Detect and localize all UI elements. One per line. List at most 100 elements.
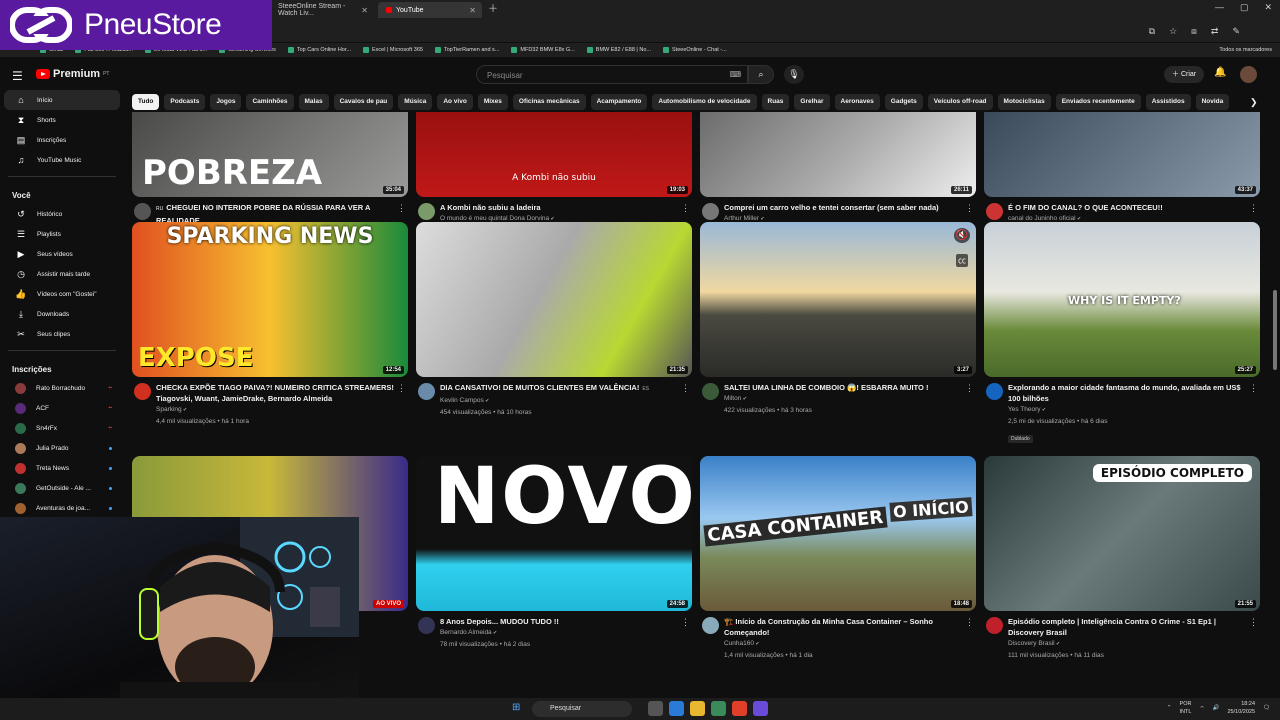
sidebar-item-clock[interactable]: ◷ Assistir mais tarde <box>4 264 120 284</box>
chip-19[interactable]: Assistidos <box>1145 94 1191 110</box>
chip-18[interactable]: Enviados recentemente <box>1055 94 1141 110</box>
sidebar-item-subscriptions[interactable]: ▤ Inscrições <box>4 130 120 150</box>
store-icon[interactable] <box>711 701 726 716</box>
notifications-bell-icon[interactable]: 🔔 <box>1214 67 1226 78</box>
chip-16[interactable]: Veículos off-road <box>927 94 993 110</box>
chevron-up-icon[interactable]: ⌃ <box>1167 705 1172 711</box>
task-view-icon[interactable] <box>648 701 663 716</box>
bookmark-item[interactable]: MFD32 BMW E8x G... <box>511 47 575 53</box>
channel-avatar[interactable] <box>702 203 719 220</box>
chip-6[interactable]: Música <box>398 94 433 110</box>
search-input[interactable]: Pesquisar ⌨ <box>476 65 748 84</box>
discord-icon[interactable] <box>753 701 768 716</box>
close-window-icon[interactable]: ✕ <box>1264 2 1272 13</box>
chip-10[interactable]: Acampamento <box>590 94 648 110</box>
video-card[interactable]: NOVO 24:58 8 Anos Depois... MUDOU TUDO !! B… <box>416 456 692 650</box>
star-icon[interactable]: ☆ <box>1169 26 1177 37</box>
new-tab-icon[interactable]: ＋ <box>488 2 498 18</box>
chip-12[interactable]: Ruas <box>761 94 790 110</box>
video-title[interactable]: É O FIM DO CANAL? O QUE ACONTECEU!! <box>1008 202 1260 213</box>
channel-avatar[interactable] <box>418 617 435 634</box>
video-thumbnail[interactable]: A Kombi não subiu 19:03 <box>416 112 692 197</box>
chip-0[interactable]: Tudo <box>132 94 160 110</box>
close-icon[interactable]: ✕ <box>361 6 368 15</box>
channel-name[interactable]: Discovery Brasil ✔ <box>1008 638 1260 650</box>
create-button[interactable]: ＋ Criar <box>1164 66 1205 83</box>
wifi-icon[interactable]: ⌔ <box>1199 705 1204 712</box>
channel-avatar[interactable] <box>418 203 435 220</box>
sidebar-item-download[interactable]: ⤓ Downloads <box>4 304 120 324</box>
channel-avatar[interactable] <box>134 203 151 220</box>
menu-icon[interactable]: ☰ <box>12 69 23 83</box>
channel-avatar[interactable] <box>134 383 151 400</box>
avatar[interactable] <box>1240 66 1257 83</box>
sidebar-item-scissors[interactable]: ✂ Seus clipes <box>4 324 120 344</box>
scrollbar[interactable] <box>1273 290 1277 370</box>
sidebar-subscription[interactable]: ACF ▪▪ <box>4 398 120 418</box>
video-title[interactable]: Comprei um carro velho e tentei conserta… <box>724 202 976 213</box>
channel-avatar[interactable] <box>418 383 435 400</box>
notification-icon[interactable]: 🗨 <box>1263 705 1270 711</box>
more-options-icon[interactable]: ⋮ <box>681 203 690 214</box>
video-card[interactable]: 43:37 É O FIM DO CANAL? O QUE ACONTECEU!!… <box>984 112 1260 236</box>
file-explorer-icon[interactable] <box>690 701 705 716</box>
sidebar-subscription[interactable]: Julia Prado <box>4 438 120 458</box>
video-card[interactable]: 26:11 Comprei um carro velho e tentei con… <box>700 112 976 236</box>
tab-steeeonline[interactable]: SteeeOnline Stream - Watch Liv... ✕ <box>270 2 374 18</box>
bookmark-item[interactable]: TopTierRamen and s... <box>434 47 499 53</box>
chip-1[interactable]: Podcasts <box>164 94 206 110</box>
sidebar-item-home[interactable]: ⌂ Início <box>4 90 120 110</box>
clock[interactable]: 18:24 25/10/2025 <box>1227 700 1255 716</box>
keyboard-layout[interactable]: POR INTL <box>1180 700 1192 716</box>
captions-icon[interactable]: ㏄ <box>956 254 968 267</box>
video-title[interactable]: A Kombi não subiu a ladeira <box>440 202 692 213</box>
video-card[interactable]: 🔇 ㏄ 3:27 SALTEI UMA LINHA DE COMBOIO 😱! ESB… <box>700 222 976 416</box>
bookmark-item[interactable]: Top Cars Online Hor... <box>287 47 351 53</box>
chip-3[interactable]: Caminhões <box>246 94 294 110</box>
voice-search-button[interactable]: 🎙 <box>784 65 804 84</box>
mute-icon[interactable]: 🔇 <box>953 228 970 243</box>
video-card[interactable]: WHY IS IT EMPTY? 25:27 Explorando a maior … <box>984 222 1260 445</box>
sidebar-item-history[interactable]: ↺ Histórico <box>4 204 120 224</box>
close-icon[interactable]: ✕ <box>469 6 476 15</box>
sidebar-subscription[interactable]: Sn4rFx ▪▪ <box>4 418 120 438</box>
chip-5[interactable]: Cavalos de pau <box>333 94 394 110</box>
more-options-icon[interactable]: ⋮ <box>965 617 974 628</box>
channel-name[interactable]: Sparking ✔ <box>156 404 408 416</box>
volume-icon[interactable]: 🔊 <box>1213 705 1220 711</box>
video-card[interactable]: 21:35 DIA CANSATIVO! DE MUITOS CLIENTES E… <box>416 222 692 418</box>
chip-17[interactable]: Motociclistas <box>997 94 1051 110</box>
chip-7[interactable]: Ao vivo <box>437 94 473 110</box>
section-heading-subscriptions[interactable]: Inscrições <box>0 357 124 378</box>
chip-11[interactable]: Automobilismo de velocidade <box>652 94 757 110</box>
sidebar-item-like[interactable]: 👍 Vídeos com "Gostei" <box>4 284 120 304</box>
more-options-icon[interactable]: ⋮ <box>397 203 406 214</box>
video-thumbnail[interactable]: SPARKING NEWS EXPOSE 12:54 <box>132 222 408 377</box>
sidebar-item-playlist[interactable]: ☰ Playlists <box>4 224 120 244</box>
channel-name[interactable]: Bernardo Almeida ✔ <box>440 627 692 639</box>
video-thumbnail[interactable]: NOVO 24:58 <box>416 456 692 611</box>
taskbar-search[interactable]: Pesquisar <box>532 701 632 717</box>
cast-icon[interactable]: ⧉ <box>1149 26 1155 37</box>
more-options-icon[interactable]: ⋮ <box>397 383 406 394</box>
sidebar-item-music[interactable]: ♫ YouTube Music <box>4 150 120 170</box>
chip-15[interactable]: Gadgets <box>884 94 923 110</box>
maximize-icon[interactable]: ▢ <box>1240 2 1249 13</box>
video-title[interactable]: Explorando a maior cidade fantasma do mu… <box>1008 382 1260 404</box>
more-options-icon[interactable]: ⋮ <box>1249 617 1258 628</box>
sidebar-item-shorts[interactable]: ⧗ Shorts <box>4 110 120 130</box>
video-thumbnail[interactable]: WHY IS IT EMPTY? 25:27 <box>984 222 1260 377</box>
video-title[interactable]: 8 Anos Depois... MUDOU TUDO !! <box>440 616 692 627</box>
video-thumbnail[interactable]: POBREZA 35:04 <box>132 112 408 197</box>
more-options-icon[interactable]: ⋮ <box>965 383 974 394</box>
more-options-icon[interactable]: ⋮ <box>1249 383 1258 394</box>
video-title[interactable]: DIA CANSATIVO! DE MUITOS CLIENTES EM VAL… <box>440 382 692 395</box>
video-title[interactable]: CHECKA EXPÕE TIAGO PAIVA?! NUMEIRO CRITI… <box>156 382 408 404</box>
all-bookmarks[interactable]: Todos os marcadores <box>1219 43 1272 57</box>
sidebar-subscription[interactable]: GetOutside - Ale ... <box>4 478 120 498</box>
chip-9[interactable]: Oficinas mecânicas <box>512 94 586 110</box>
chip-13[interactable]: Grelhar <box>794 94 830 110</box>
video-thumbnail[interactable]: EPISÓDIO COMPLETO 21:55 <box>984 456 1260 611</box>
extensions-icon[interactable]: ⧈ <box>1191 26 1197 37</box>
channel-avatar[interactable] <box>702 617 719 634</box>
